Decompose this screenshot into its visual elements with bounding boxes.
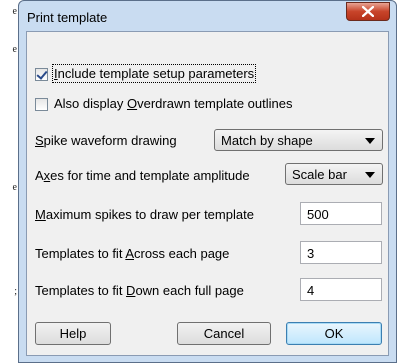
max-spikes-text: aximum spikes to draw per template bbox=[45, 207, 254, 222]
overdrawn-checkbox[interactable] bbox=[35, 98, 48, 111]
dialog-body: Include template setup parameters Also d… bbox=[26, 31, 389, 356]
ok-button[interactable]: OK bbox=[286, 322, 382, 345]
overdrawn-label-pre: Also display bbox=[54, 96, 127, 111]
overdrawn-label-post: verdrawn template outlines bbox=[137, 96, 293, 111]
down-label: Templates to fit Down each full page bbox=[35, 283, 244, 298]
max-spikes-value: 500 bbox=[307, 207, 329, 222]
background-char: e bbox=[12, 44, 17, 55]
help-button[interactable]: Help bbox=[35, 322, 111, 345]
across-value: 3 bbox=[307, 246, 315, 261]
max-spikes-input[interactable]: 500 bbox=[300, 202, 382, 225]
max-spikes-label: Maximum spikes to draw per template bbox=[35, 207, 254, 222]
max-spikes-accel: M bbox=[35, 207, 46, 222]
axes-value: Scale bar bbox=[292, 167, 347, 182]
title-bar: Print template bbox=[19, 1, 396, 33]
spike-drawing-text: pike waveform drawing bbox=[43, 133, 177, 148]
background-char: e bbox=[12, 182, 17, 193]
include-setup-checkbox[interactable] bbox=[35, 68, 48, 81]
spike-drawing-select[interactable]: Match by shape bbox=[214, 129, 383, 151]
chevron-down-icon bbox=[365, 138, 375, 144]
include-setup-option[interactable]: Include template setup parameters bbox=[35, 64, 335, 84]
axes-label-pre: A bbox=[35, 168, 44, 183]
down-input[interactable]: 4 bbox=[300, 278, 382, 301]
spike-drawing-accel: S bbox=[35, 133, 44, 148]
overdrawn-label-accel: O bbox=[126, 96, 138, 111]
dialog-title: Print template bbox=[27, 10, 108, 25]
close-button[interactable] bbox=[346, 2, 390, 21]
background-char: e bbox=[12, 6, 17, 17]
include-setup-label-text: nclude template setup parameters bbox=[57, 66, 255, 81]
background-document: e e e ; bbox=[0, 0, 18, 363]
axes-label-post: es for time and template amplitude bbox=[50, 168, 250, 183]
down-label-pre: Templates to fit bbox=[35, 283, 127, 298]
include-setup-label: Include template setup parameters bbox=[51, 64, 257, 83]
chevron-down-icon bbox=[365, 172, 375, 178]
down-value: 4 bbox=[307, 283, 315, 298]
cancel-button[interactable]: Cancel bbox=[177, 322, 271, 345]
spike-drawing-label: Spike waveform drawing bbox=[35, 133, 177, 148]
print-template-dialog: Print template Include template setup pa… bbox=[18, 0, 397, 363]
across-label-pre: Templates to fit bbox=[35, 246, 126, 261]
spike-drawing-value: Match by shape bbox=[221, 133, 313, 148]
across-input[interactable]: 3 bbox=[300, 241, 382, 264]
background-char: ; bbox=[14, 286, 17, 297]
close-icon bbox=[362, 6, 374, 17]
down-label-post: own each full page bbox=[135, 283, 244, 298]
across-accel: A bbox=[125, 246, 134, 261]
across-label: Templates to fit Across each page bbox=[35, 246, 229, 261]
axes-label: Axes for time and template amplitude bbox=[35, 168, 250, 183]
axes-select[interactable]: Scale bar bbox=[285, 163, 383, 185]
across-label-post: cross each page bbox=[134, 246, 230, 261]
overdrawn-label: Also display Overdrawn template outlines bbox=[54, 96, 292, 111]
overdrawn-option[interactable]: Also display Overdrawn template outlines bbox=[35, 96, 365, 114]
